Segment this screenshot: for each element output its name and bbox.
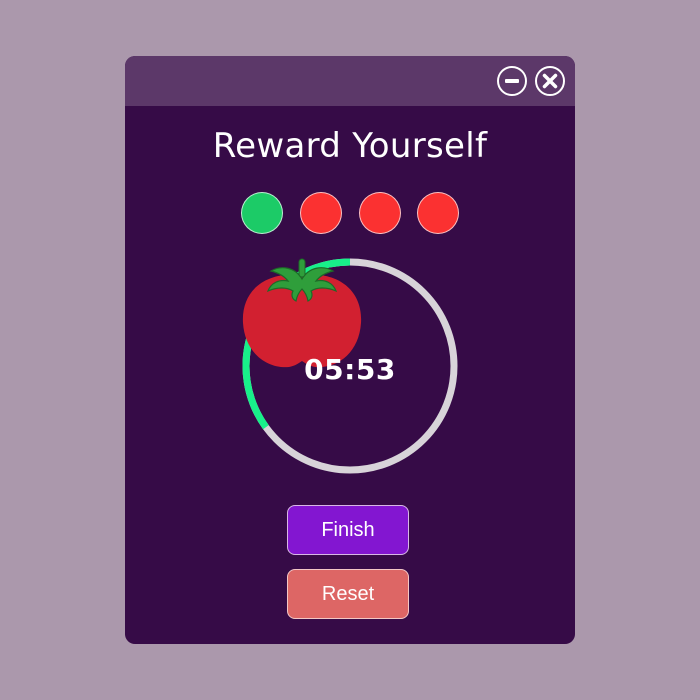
timer-window: Reward Yourself 05:53 Finish Reset [125,56,575,644]
session-dot-3 [359,192,401,234]
session-dot-4 [417,192,459,234]
page-title: Reward Yourself [212,126,488,166]
close-button[interactable] [535,66,565,96]
x-circle-icon [542,73,558,89]
reset-button[interactable]: Reset [287,569,409,619]
minimize-button[interactable] [497,66,527,96]
timer-display: 05:53 [304,353,396,386]
session-dot-1 [241,192,283,234]
timer-ring: 05:53 [241,257,459,475]
title-bar[interactable] [125,56,575,106]
finish-button[interactable]: Finish [287,505,409,555]
minus-circle-icon [505,79,519,83]
session-dot-2 [300,192,342,234]
